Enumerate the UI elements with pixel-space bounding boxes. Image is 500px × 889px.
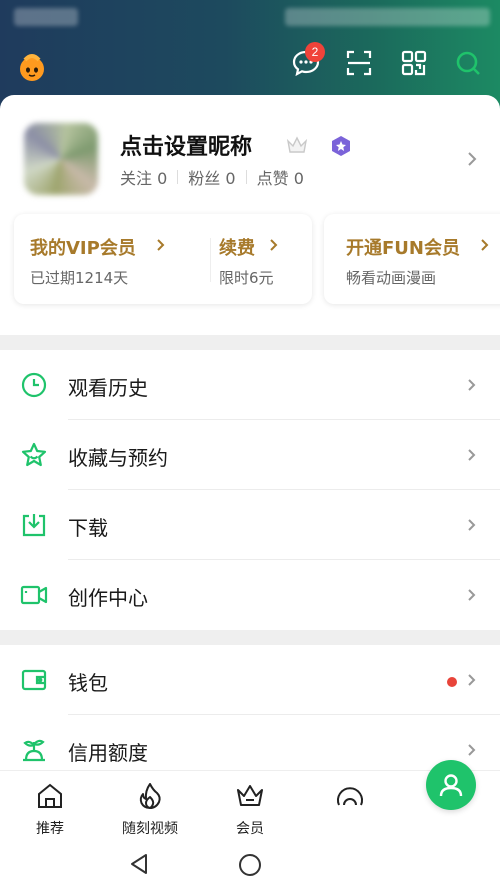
my-vip-title: 我的VIP会员 — [30, 238, 136, 259]
social-stats: 关注 0 粉丝 0 点赞 0 — [120, 165, 304, 189]
chevron-right-icon — [468, 379, 476, 391]
user-icon — [439, 774, 463, 797]
download-icon — [22, 514, 46, 537]
divider — [245, 170, 247, 184]
fun-membership-card[interactable]: 开通FUN会员 畅看动画漫画 — [324, 214, 500, 304]
chevron-right-icon — [468, 589, 476, 601]
nav-label: 推荐 — [36, 821, 64, 837]
menu-item-download[interactable]: 下载 — [0, 490, 500, 560]
notification-dot — [447, 677, 457, 687]
divider — [177, 170, 179, 184]
tab-suike-video[interactable]: 随刻视频 — [110, 781, 190, 838]
chevron-right-icon — [481, 239, 489, 251]
nav-label: 会员 — [236, 821, 264, 837]
menu-label: 收藏与预约 — [68, 446, 168, 470]
vip-membership-card: 我的VIP会员 已过期1214天 续费 限时6元 — [14, 214, 312, 304]
profile-fab[interactable] — [426, 760, 476, 810]
menu-label: 钱包 — [68, 671, 108, 695]
tab-recommend[interactable]: 推荐 — [10, 781, 90, 838]
menu-label: 信用额度 — [68, 741, 148, 765]
renew-link[interactable]: 续费 限时6元 — [211, 214, 311, 304]
qrcode-icon[interactable] — [397, 46, 431, 80]
flame-icon — [139, 783, 161, 809]
menu-label: 观看历史 — [68, 376, 148, 400]
tab-circle[interactable] — [310, 781, 390, 818]
video-camera-icon — [20, 585, 48, 605]
likes-stat[interactable]: 点赞 0 — [257, 165, 304, 189]
circle-icon — [337, 787, 363, 806]
system-nav-bar — [0, 840, 500, 889]
menu-label: 创作中心 — [68, 586, 148, 610]
chevron-right-icon — [270, 239, 278, 251]
chevron-right-icon — [468, 152, 477, 166]
vip-expired-text: 已过期1214天 — [30, 269, 129, 287]
profile-card[interactable]: 点击设置昵称 关注 0 粉丝 0 点赞 0 我的VIP会员 已过期1214天 续… — [0, 95, 500, 335]
chevron-right-icon — [468, 674, 476, 686]
fun-title: 开通FUN会员 — [346, 238, 460, 259]
menu-section-primary: 观看历史 收藏与预约 下载 创作中心 — [0, 350, 500, 630]
menu-section-finance: 钱包 信用额度 — [0, 645, 500, 785]
scan-icon[interactable] — [342, 46, 376, 80]
vip-badge-icon — [332, 136, 350, 156]
home-icon — [38, 783, 62, 808]
chevron-right-icon — [468, 449, 476, 461]
credit-icon — [23, 739, 45, 762]
renew-title: 续费 — [219, 238, 255, 259]
fans-stat[interactable]: 粉丝 0 — [188, 165, 235, 189]
status-blur-left — [14, 8, 78, 26]
avatar[interactable] — [24, 123, 98, 195]
chevron-right-icon — [468, 519, 476, 531]
back-icon[interactable] — [127, 852, 151, 876]
renew-price: 限时6元 — [219, 269, 274, 287]
chevron-right-icon — [157, 239, 165, 251]
wallet-icon — [21, 669, 47, 691]
star-icon — [21, 442, 47, 467]
mascot-logo-icon[interactable] — [16, 52, 48, 82]
message-badge: 2 — [305, 42, 325, 62]
menu-item-favorites[interactable]: 收藏与预约 — [0, 420, 500, 490]
menu-label: 下载 — [68, 516, 108, 540]
nickname-prompt[interactable]: 点击设置昵称 — [120, 129, 252, 161]
following-stat[interactable]: 关注 0 — [120, 165, 167, 189]
level-crown-icon — [286, 136, 308, 153]
home-circle-icon[interactable] — [237, 852, 263, 878]
menu-item-history[interactable]: 观看历史 — [0, 350, 500, 420]
my-vip-link[interactable]: 我的VIP会员 已过期1214天 — [14, 214, 204, 304]
bottom-nav: 推荐 随刻视频 会员 — [0, 770, 500, 840]
clock-icon — [21, 372, 47, 398]
chevron-right-icon — [468, 744, 476, 756]
nav-label: 随刻视频 — [122, 821, 178, 837]
tab-member[interactable]: 会员 — [210, 781, 290, 838]
crown-icon — [237, 785, 263, 806]
search-icon[interactable] — [451, 46, 485, 80]
menu-item-creator-center[interactable]: 创作中心 — [0, 560, 500, 630]
fun-sub: 畅看动画漫画 — [346, 269, 437, 287]
header-bar: 2 — [0, 0, 500, 110]
status-blur-right — [285, 8, 490, 26]
menu-item-wallet[interactable]: 钱包 — [0, 645, 500, 715]
